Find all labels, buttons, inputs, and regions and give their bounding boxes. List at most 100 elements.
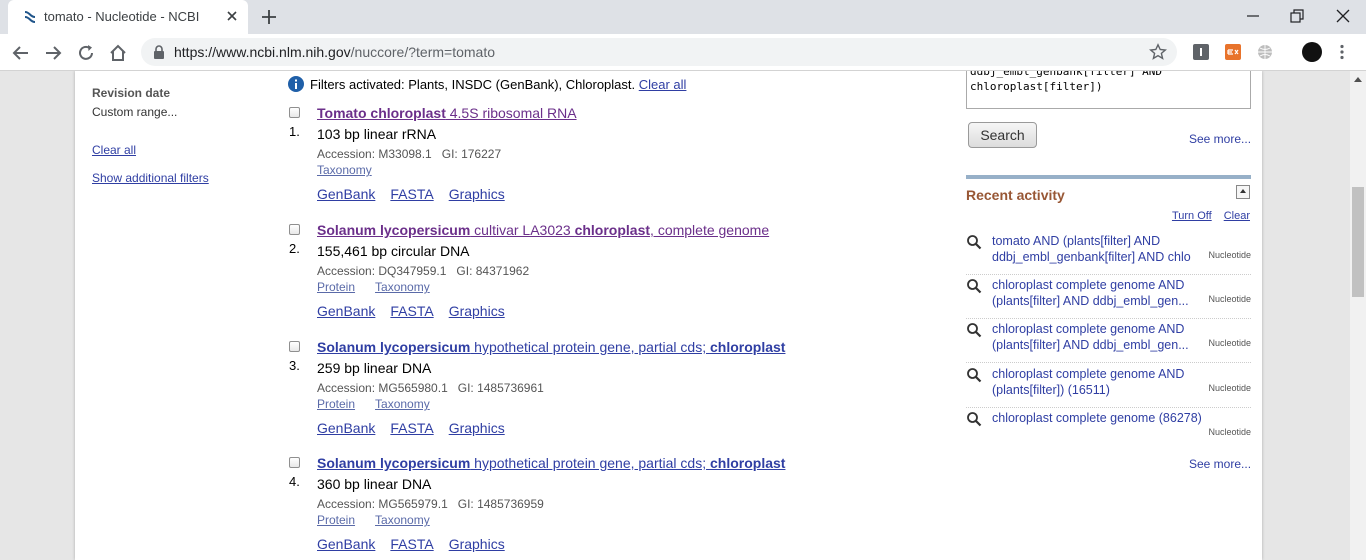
- notice-clear-all-link[interactable]: Clear all: [639, 77, 687, 92]
- title-rest: 4.5S ribosomal RNA: [445, 105, 577, 121]
- collapse-panel-button[interactable]: [1236, 185, 1250, 199]
- title-bold: Solanum lycopersicum: [317, 339, 471, 355]
- clear-all-filters-link[interactable]: Clear all: [92, 143, 136, 157]
- title-bold-2: chloroplast: [709, 455, 786, 471]
- recent-activity-title: Recent activity: [966, 187, 1065, 203]
- result-title-link[interactable]: Solanum lycopersicum hypothetical protei…: [317, 455, 785, 471]
- result-title-link[interactable]: Solanum lycopersicum cultivar LA3023 chl…: [317, 222, 769, 238]
- search-icon: [967, 323, 982, 338]
- forward-icon[interactable]: [43, 43, 63, 63]
- globe-icon[interactable]: [1257, 44, 1273, 60]
- fasta-link[interactable]: FASTA: [390, 303, 433, 319]
- result-checkbox[interactable]: [289, 341, 300, 352]
- custom-range-link[interactable]: Custom range...: [92, 105, 177, 119]
- info-icon: [288, 76, 304, 92]
- url-path: /nuccore/?term=tomato: [350, 44, 495, 60]
- vertical-scrollbar[interactable]: [1350, 71, 1366, 560]
- recent-activity-panel: Recent activity Turn Off Clear tomato AND…: [966, 175, 1251, 445]
- title-bold: Solanum lycopersicum: [317, 222, 471, 238]
- show-additional-filters-link[interactable]: Show additional filters: [92, 171, 209, 185]
- new-tab-icon[interactable]: [260, 8, 278, 26]
- taxonomy-link[interactable]: Taxonomy: [375, 280, 430, 294]
- minimize-icon[interactable]: [1243, 6, 1263, 26]
- taxonomy-link[interactable]: Taxonomy: [375, 513, 430, 527]
- recent-activity-item[interactable]: chloroplast complete genome AND (plants[…: [966, 321, 1251, 363]
- taxonomy-link[interactable]: Taxonomy: [375, 397, 430, 411]
- bookmark-star-icon[interactable]: [1149, 43, 1167, 61]
- recent-activity-controls: Turn Off Clear: [1160, 210, 1250, 222]
- profile-avatar[interactable]: [1302, 42, 1322, 62]
- protein-link[interactable]: Protein: [317, 280, 355, 294]
- tab-title: tomato - Nucleotide - NCBI: [44, 9, 200, 24]
- recent-database: Nucleotide: [1208, 383, 1251, 393]
- result-title-link[interactable]: Solanum lycopersicum hypothetical protei…: [317, 339, 785, 355]
- address-bar[interactable]: https://www.ncbi.nlm.nih.gov/nuccore/?te…: [141, 38, 1177, 66]
- recent-query-text: chloroplast complete genome AND (plants[…: [992, 278, 1189, 308]
- home-icon[interactable]: [108, 43, 128, 63]
- result-number: 2.: [289, 241, 300, 256]
- notice-text: Filters activated: Plants, INSDC (GenBan…: [310, 77, 636, 92]
- ext-i-icon[interactable]: [1193, 44, 1209, 60]
- genbank-link[interactable]: GenBank: [317, 186, 375, 202]
- result-sublinks: Protein Taxonomy: [317, 397, 450, 411]
- gi-text: GI: 176227: [441, 147, 502, 161]
- title-mid: cultivar LA3023: [470, 222, 575, 238]
- search-button[interactable]: Search: [968, 122, 1037, 148]
- genbank-link[interactable]: GenBank: [317, 536, 375, 552]
- graphics-link[interactable]: Graphics: [449, 186, 505, 202]
- result-number: 3.: [289, 358, 300, 373]
- recent-activity-item[interactable]: chloroplast complete genome AND (plants[…: [966, 277, 1251, 319]
- result-actions: GenBank FASTA Graphics: [317, 420, 520, 436]
- see-more-link[interactable]: See more...: [1189, 132, 1251, 146]
- result-accession: Accession: MG565979.1 GI: 1485736959: [317, 497, 544, 511]
- panel-divider: [966, 175, 1251, 179]
- browser-tab[interactable]: tomato - Nucleotide - NCBI: [8, 0, 248, 34]
- title-mid: hypothetical protein gene, partial cds;: [470, 339, 710, 355]
- fasta-link[interactable]: FASTA: [390, 420, 433, 436]
- taxonomy-link[interactable]: Taxonomy: [317, 163, 372, 177]
- result-item: 2. Solanum lycopersicum cultivar LA3023 …: [288, 222, 908, 332]
- graphics-link[interactable]: Graphics: [449, 536, 505, 552]
- accession-text: Accession: MG565980.1: [317, 381, 448, 395]
- recent-database: Nucleotide: [1208, 338, 1251, 348]
- result-checkbox[interactable]: [289, 107, 300, 118]
- graphics-link[interactable]: Graphics: [449, 420, 505, 436]
- genbank-link[interactable]: GenBank: [317, 420, 375, 436]
- genbank-link[interactable]: GenBank: [317, 303, 375, 319]
- search-details-textarea[interactable]: ddbj_embl_genbank[filter] AND chloroplas…: [966, 71, 1251, 109]
- close-window-icon[interactable]: [1333, 6, 1353, 26]
- back-icon[interactable]: [11, 43, 31, 63]
- result-accession: Accession: M33098.1 GI: 176227: [317, 147, 501, 161]
- result-checkbox[interactable]: [289, 224, 300, 235]
- menu-dots-icon[interactable]: [1339, 44, 1345, 60]
- result-sublinks: Protein Taxonomy: [317, 280, 450, 294]
- result-title-link[interactable]: Tomato chloroplast 4.5S ribosomal RNA: [317, 105, 577, 121]
- protein-link[interactable]: Protein: [317, 397, 355, 411]
- see-more-link[interactable]: See more...: [1189, 457, 1251, 471]
- title-rest: , complete genome: [650, 222, 770, 238]
- close-tab-icon[interactable]: [224, 8, 240, 24]
- recent-activity-item[interactable]: tomato AND (plants[filter] AND ddbj_embl…: [966, 233, 1251, 275]
- graphics-link[interactable]: Graphics: [449, 303, 505, 319]
- result-checkbox[interactable]: [289, 457, 300, 468]
- restore-icon[interactable]: [1287, 6, 1307, 26]
- clear-recent-link[interactable]: Clear: [1224, 210, 1250, 222]
- scrollbar-thumb[interactable]: [1352, 187, 1364, 297]
- result-description: 103 bp linear rRNA: [317, 126, 437, 142]
- result-number: 4.: [289, 474, 300, 489]
- lock-icon: [154, 45, 164, 59]
- scroll-up-icon[interactable]: [1354, 77, 1362, 82]
- fasta-link[interactable]: FASTA: [390, 186, 433, 202]
- ext-orange-icon[interactable]: [1225, 44, 1241, 60]
- gi-text: GI: 1485736959: [457, 497, 544, 511]
- reload-icon[interactable]: [76, 43, 96, 63]
- turn-off-link[interactable]: Turn Off: [1172, 210, 1212, 222]
- recent-activity-item[interactable]: chloroplast complete genome AND (plants[…: [966, 366, 1251, 408]
- browser-toolbar: https://www.ncbi.nlm.nih.gov/nuccore/?te…: [0, 34, 1366, 71]
- recent-database: Nucleotide: [1208, 294, 1251, 304]
- recent-query-text: chloroplast complete genome AND (plants[…: [992, 322, 1189, 352]
- protein-link[interactable]: Protein: [317, 513, 355, 527]
- result-accession: Accession: DQ347959.1 GI: 84371962: [317, 264, 529, 278]
- fasta-link[interactable]: FASTA: [390, 536, 433, 552]
- recent-activity-item[interactable]: chloroplast complete genome (86278) Nucl…: [966, 410, 1251, 452]
